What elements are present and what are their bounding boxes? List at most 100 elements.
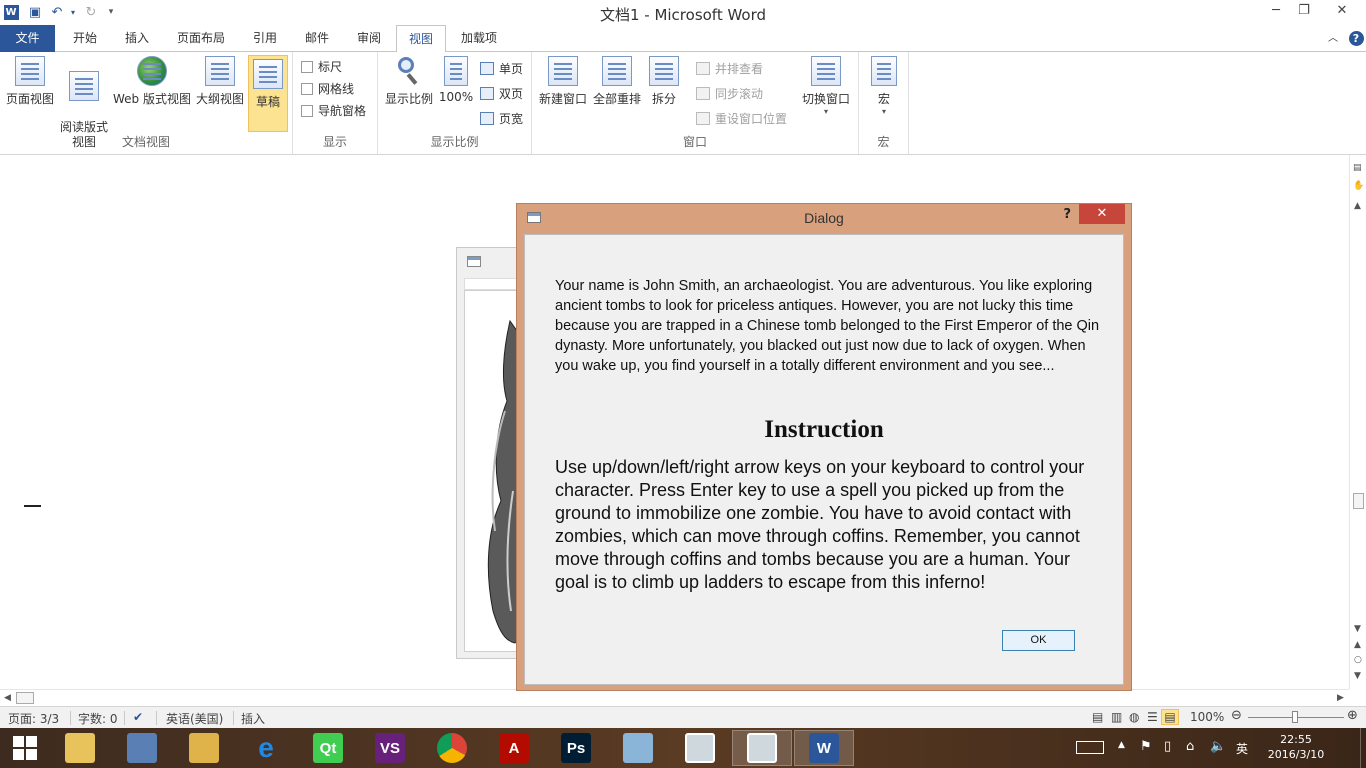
word-count[interactable]: 字数: 0 <box>78 710 118 727</box>
synchronous-scrolling-button[interactable]: 同步滚动 <box>696 85 763 102</box>
two-pages-button[interactable]: 双页 <box>480 85 523 102</box>
horizontal-scrollbar[interactable]: ◀ ▶ <box>0 689 1349 706</box>
gridlines-checkbox[interactable]: 网格线 <box>301 80 354 97</box>
ime-indicator[interactable]: 英 <box>1236 740 1248 757</box>
zoom-button[interactable]: 显示比例 <box>382 56 436 107</box>
tab-page-layout[interactable]: 页面布局 <box>168 25 234 52</box>
group-label-zoom: 显示比例 <box>430 135 479 149</box>
scroll-left-icon[interactable]: ◀ <box>4 693 11 703</box>
taskbar-app-button[interactable]: Qt <box>298 730 358 766</box>
scroll-thumb[interactable] <box>1353 493 1364 509</box>
collapse-ribbon-icon[interactable]: ︿ <box>1324 25 1342 52</box>
draft-view-button[interactable]: 草稿 <box>248 55 288 132</box>
taskbar-app-button[interactable] <box>174 730 234 766</box>
ruler-toggle-icon[interactable]: ▤ <box>1353 163 1362 173</box>
qt-app-window-icon <box>685 733 715 763</box>
taskbar-app-button[interactable] <box>50 730 110 766</box>
instruction-dialog[interactable]: Dialog ? ✕ Your name is John Smith, an a… <box>516 203 1132 691</box>
taskbar-app-button[interactable]: VS <box>360 730 420 766</box>
scroll-down-icon[interactable]: ▼ <box>1354 624 1361 634</box>
dialog-close-button[interactable]: ✕ <box>1079 204 1125 224</box>
action-center-icon[interactable]: ⚑ <box>1140 739 1152 754</box>
window-icon <box>467 256 481 267</box>
taskbar-app-button[interactable] <box>670 730 730 766</box>
outline-view-icon[interactable]: ☰ <box>1147 710 1158 724</box>
draft-view-icon[interactable]: ▤ <box>1161 709 1179 725</box>
zoom-in-icon[interactable]: ⊕ <box>1347 709 1358 722</box>
zoom-level[interactable]: 100% <box>1190 710 1224 724</box>
paint-icon <box>623 733 653 763</box>
taskbar-app-button[interactable] <box>608 730 668 766</box>
zoom-100-button[interactable]: 100% <box>436 56 476 104</box>
scroll-up-icon[interactable]: ▲ <box>1354 201 1361 211</box>
tab-add-ins[interactable]: 加载项 <box>452 25 506 52</box>
checkbox-box[interactable] <box>301 60 313 73</box>
tab-view[interactable]: 视图 <box>396 25 446 53</box>
tab-file[interactable]: 文件 <box>0 25 55 52</box>
language-indicator[interactable]: 英语(美国) <box>166 710 223 727</box>
print-layout-button[interactable]: 页面视图 <box>4 56 56 107</box>
start-button[interactable] <box>0 730 50 766</box>
zoom-slider-thumb[interactable] <box>1292 711 1298 723</box>
new-window-button[interactable]: 新建窗口 <box>536 56 590 107</box>
close-button[interactable]: ✕ <box>1318 0 1366 21</box>
print-layout-view-icon[interactable]: ▤ <box>1092 710 1103 724</box>
taskbar-app-button[interactable] <box>422 730 482 766</box>
tab-mailings[interactable]: 邮件 <box>294 25 340 52</box>
select-browse-object-icon[interactable]: ○ <box>1354 655 1362 665</box>
web-layout-button[interactable]: Web 版式视图 <box>111 56 193 107</box>
view-side-by-side-button[interactable]: 并排查看 <box>696 60 763 77</box>
window-title: 文档1 - Microsoft Word <box>599 6 767 24</box>
taskbar-app-button[interactable]: W <box>794 730 854 766</box>
restore-button[interactable]: ❐ <box>1290 0 1318 21</box>
device-icon[interactable]: ▯ <box>1164 739 1171 754</box>
split-button[interactable]: 拆分 <box>644 56 684 107</box>
network-icon[interactable]: ⌂ <box>1186 739 1194 754</box>
page-count[interactable]: 页面: 3/3 <box>8 710 59 727</box>
tab-review[interactable]: 审阅 <box>346 25 392 52</box>
taskbar-app-button[interactable] <box>732 730 792 766</box>
ok-button[interactable]: OK <box>1002 630 1075 651</box>
instruction-text: Use up/down/left/right arrow keys on you… <box>555 457 1085 592</box>
web-layout-view-icon[interactable]: ◍ <box>1129 710 1139 724</box>
tab-insert[interactable]: 插入 <box>114 25 160 52</box>
reading-layout-icon <box>69 71 99 101</box>
macros-button[interactable]: 宏 ▾ <box>867 56 901 116</box>
page-width-button[interactable]: 页宽 <box>480 110 523 127</box>
hscroll-thumb[interactable] <box>16 692 34 704</box>
show-hidden-icons-icon[interactable]: ▲ <box>1118 740 1125 750</box>
calculator-icon <box>127 733 157 763</box>
clock[interactable]: 22:55 2016/3/10 <box>1256 732 1336 762</box>
arrange-all-button[interactable]: 全部重排 <box>590 56 644 107</box>
volume-muted-icon[interactable]: 🔈 <box>1210 739 1226 754</box>
one-page-button[interactable]: 单页 <box>480 60 523 77</box>
previous-page-icon[interactable]: ▲ <box>1354 640 1361 650</box>
help-icon[interactable]: ? <box>1346 25 1366 52</box>
taskbar-app-button[interactable]: e <box>236 730 296 766</box>
reading-view-icon[interactable]: ▥ <box>1111 710 1122 724</box>
next-page-icon[interactable]: ▼ <box>1354 671 1361 681</box>
show-desktop-button[interactable] <box>1360 728 1366 768</box>
keyboard-icon[interactable] <box>1076 741 1104 754</box>
checkbox-box[interactable] <box>301 104 313 117</box>
dialog-help-button[interactable]: ? <box>1063 207 1071 222</box>
scroll-right-icon[interactable]: ▶ <box>1337 693 1344 703</box>
tab-home[interactable]: 开始 <box>62 25 108 52</box>
minimize-button[interactable]: ─ <box>1262 0 1290 21</box>
checkbox-box[interactable] <box>301 82 313 95</box>
switch-windows-button[interactable]: 切换窗口 ▾ <box>798 56 854 116</box>
insert-mode-indicator[interactable]: 插入 <box>241 710 265 727</box>
taskbar-app-button[interactable] <box>112 730 172 766</box>
pan-hand-icon[interactable]: ✋ <box>1353 181 1364 191</box>
proofing-icon[interactable]: ✔ <box>133 710 143 724</box>
vertical-scrollbar[interactable]: ▤ ✋ ▲ ▼ ▲ ○ ▼ <box>1349 155 1366 689</box>
outline-view-button[interactable]: 大纲视图 <box>194 56 246 107</box>
reset-window-position-button[interactable]: 重设窗口位置 <box>696 110 787 127</box>
zoom-out-icon[interactable]: ⊖ <box>1231 709 1242 722</box>
ruler-checkbox[interactable]: 标尺 <box>301 58 342 75</box>
navigation-pane-checkbox[interactable]: 导航窗格 <box>301 102 366 119</box>
taskbar-app-button[interactable]: A <box>484 730 544 766</box>
taskbar-app-button[interactable]: Ps <box>546 730 606 766</box>
taskbar: e Qt VS A Ps W ▲ ⚑ ▯ ⌂ 🔈 英 22:55 2016/3/10 <box>0 728 1366 768</box>
tab-references[interactable]: 引用 <box>242 25 288 52</box>
